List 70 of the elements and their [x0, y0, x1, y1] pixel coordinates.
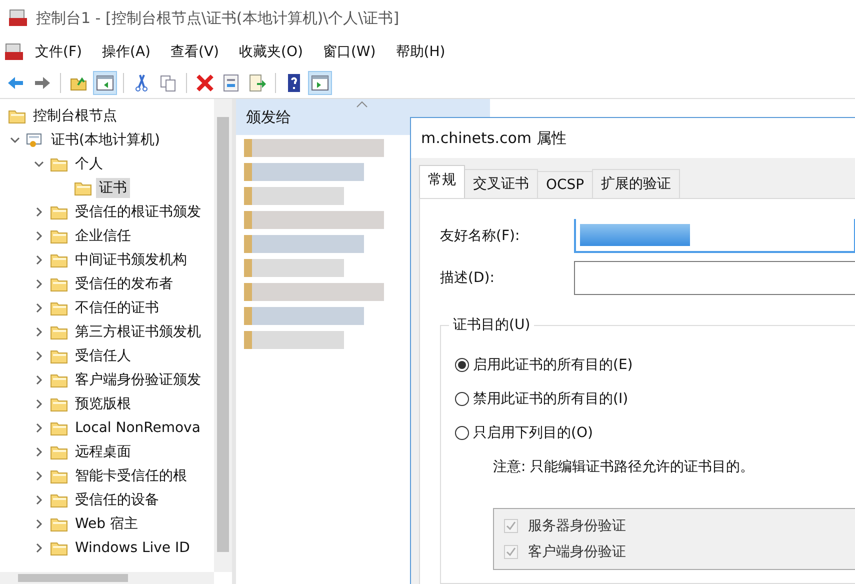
field-label: 友好名称(F): [440, 227, 521, 245]
vertical-scrollbar[interactable] [214, 99, 232, 572]
horizontal-scrollbar[interactable] [0, 572, 214, 584]
radio-option[interactable]: 禁用此证书的所有目的(I) [455, 382, 855, 416]
document-icon [221, 73, 241, 93]
folder-icon [50, 156, 68, 172]
folder-icon [50, 396, 68, 412]
menu-item[interactable]: 窗口(W) [314, 40, 385, 64]
window-title: 控制台1 - [控制台根节点\证书(本地计算机)\个人\证书] [36, 8, 400, 28]
menu-item[interactable]: 文件(F) [26, 40, 91, 64]
folder-icon [50, 324, 68, 340]
radio-option[interactable]: 启用此证书的所有目的(E) [455, 348, 855, 382]
tree-item[interactable]: Windows Live ID [72, 539, 193, 557]
input-field[interactable] [574, 261, 855, 295]
tree-item[interactable]: 第三方根证书颁发机 [72, 322, 204, 342]
folder-icon [50, 492, 68, 508]
purpose-label: 服务器身份验证 [528, 517, 626, 535]
folder-icon [50, 300, 68, 316]
tree-item[interactable]: 受信任人 [72, 346, 134, 366]
tree-item[interactable]: 证书(本地计算机) [48, 130, 163, 150]
folder-icon [50, 516, 68, 532]
folder-icon [50, 204, 68, 220]
tree-item[interactable]: 客户端身份验证颁发 [72, 370, 204, 390]
copy-icon [158, 73, 178, 93]
purpose-label: 客户端身份验证 [528, 543, 626, 561]
menu-item[interactable]: 收藏夹(O) [230, 40, 312, 64]
menu-item[interactable]: 帮助(H) [386, 40, 454, 64]
folder-icon [50, 372, 68, 388]
tab[interactable]: 常规 [419, 165, 465, 198]
folder-icon [50, 348, 68, 364]
tree-item[interactable]: 受信任的发布者 [72, 274, 176, 294]
note-text: 注意: 只能编辑证书路径允许的证书目的。 [493, 458, 756, 476]
tab[interactable]: 扩展的验证 [592, 169, 680, 198]
export-icon [247, 73, 267, 93]
delete-icon [195, 73, 215, 93]
tree-item[interactable]: Local NonRemova [72, 419, 204, 437]
group-title: 证书目的(U) [449, 316, 534, 334]
toolbox-icon[interactable] [4, 42, 24, 62]
tree-item[interactable]: 受信任的根证书颁发 [72, 202, 204, 222]
menu-item[interactable]: 查看(V) [162, 40, 228, 64]
tree-item[interactable]: 个人 [72, 154, 106, 174]
folder-icon [74, 180, 92, 196]
tree-item[interactable]: 远程桌面 [72, 442, 134, 462]
menu-item[interactable]: 操作(A) [92, 40, 160, 64]
tree-item[interactable]: Web 宿主 [72, 514, 141, 534]
radio-option[interactable]: 只启用下列目的(O) [455, 416, 855, 450]
tree-item[interactable]: 中间证书颁发机构 [72, 250, 190, 270]
tree-item[interactable]: 证书 [96, 178, 130, 198]
folder-icon [50, 444, 68, 460]
toolbox-icon [8, 8, 28, 28]
tree-item[interactable]: 受信任的设备 [72, 490, 162, 510]
tree-item[interactable]: 预览版根 [72, 394, 134, 414]
tree-item[interactable]: 控制台根节点 [30, 106, 120, 126]
toolbar-button[interactable] [93, 71, 117, 95]
window-pane-icon [310, 73, 330, 93]
folder-icon [50, 228, 68, 244]
folder-icon [8, 108, 26, 124]
window-pane-icon [95, 73, 115, 93]
tree-item[interactable]: 智能卡受信任的根 [72, 466, 190, 486]
certificate-icon [26, 132, 44, 148]
tree-item[interactable]: 企业信任 [72, 226, 134, 246]
tree-item[interactable]: 不信任的证书 [72, 298, 162, 318]
folder-icon [50, 276, 68, 292]
folder-icon [50, 420, 68, 436]
folder-icon [50, 468, 68, 484]
folder-icon [50, 540, 68, 556]
toolbar-button[interactable] [308, 71, 332, 95]
folder-icon [50, 252, 68, 268]
input-field[interactable] [574, 219, 855, 253]
field-label: 描述(D): [440, 269, 496, 287]
